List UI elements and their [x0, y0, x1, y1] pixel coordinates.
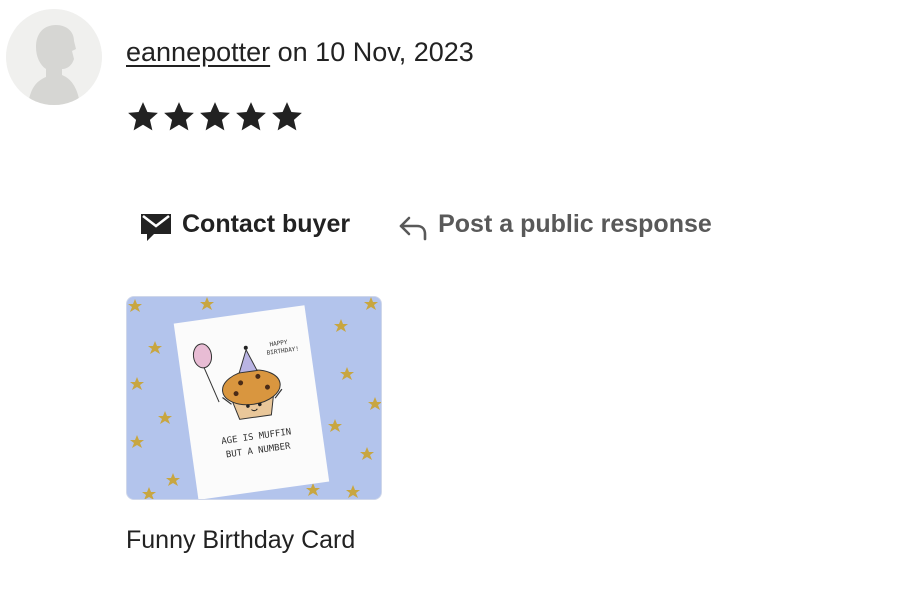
star-icon — [236, 102, 266, 131]
review-date: on 10 Nov, 2023 — [277, 37, 474, 67]
post-public-response-label: Post a public response — [438, 209, 712, 238]
reply-arrow-icon — [399, 216, 427, 241]
star-rating — [126, 100, 304, 140]
envelope-icon — [141, 214, 171, 241]
review-meta: eannepotter on 10 Nov, 2023 — [126, 36, 474, 68]
user-silhouette-icon — [6, 9, 102, 105]
post-public-response-button[interactable]: Post a public response — [398, 207, 712, 241]
reviewer-username-link[interactable]: eannepotter — [126, 37, 270, 67]
reviewer-avatar[interactable] — [6, 9, 102, 105]
contact-buyer-label: Contact buyer — [182, 209, 351, 238]
review-actions: Contact buyer Post a public response — [140, 204, 712, 244]
star-icon — [200, 102, 230, 131]
product-title-link[interactable]: Funny Birthday Card — [126, 524, 355, 556]
product-image: HAPPY BIRTHDAY! AGE IS MUFFIN BUT A NUMB… — [127, 297, 381, 499]
star-icon — [164, 102, 194, 131]
star-icon — [128, 102, 158, 131]
star-icon — [272, 102, 302, 131]
product-thumbnail[interactable]: HAPPY BIRTHDAY! AGE IS MUFFIN BUT A NUMB… — [126, 296, 382, 500]
contact-buyer-button[interactable]: Contact buyer — [140, 206, 350, 242]
